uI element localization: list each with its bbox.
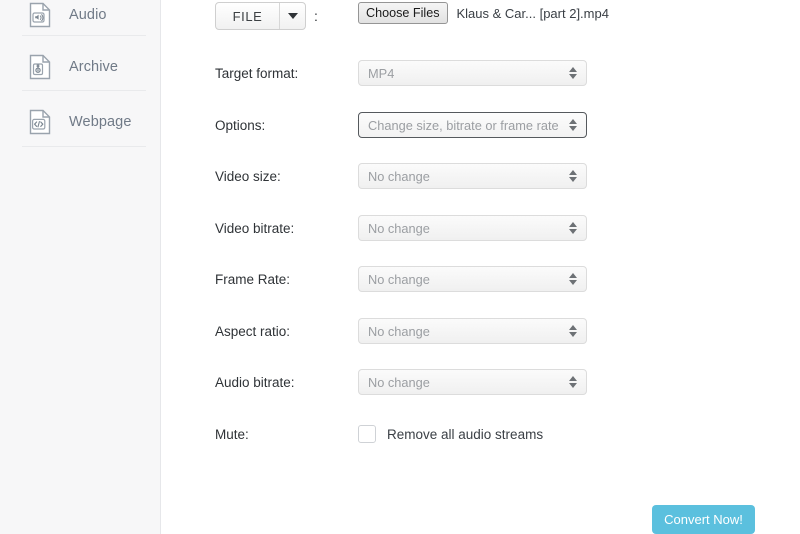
mute-label: Mute: — [215, 427, 249, 442]
aspect-ratio-row: Aspect ratio: No change — [161, 316, 800, 346]
sidebar-item-label: Audio — [69, 7, 107, 23]
sidebar-item-webpage[interactable]: Webpage — [0, 94, 161, 149]
mute-control[interactable]: Remove all audio streams — [358, 425, 543, 443]
video-bitrate-label: Video bitrate: — [215, 221, 294, 236]
sidebar-item-label: Archive — [69, 59, 118, 75]
select-arrows-icon — [568, 169, 577, 183]
audio-bitrate-select[interactable]: No change — [358, 369, 587, 395]
video-bitrate-value: No change — [368, 221, 430, 236]
audio-file-icon — [0, 2, 51, 28]
options-select[interactable]: Change size, bitrate or frame rate — [358, 112, 587, 138]
file-type-dropdown-group: FILE : — [215, 2, 318, 30]
choose-files-button[interactable]: Choose Files — [358, 2, 448, 24]
select-arrows-icon — [568, 324, 577, 338]
aspect-ratio-label: Aspect ratio: — [215, 324, 290, 339]
file-select-row: FILE : Choose Files Klaus & Car... [part… — [161, 2, 800, 32]
target-format-row: Target format: MP4 — [161, 58, 800, 88]
select-arrows-icon — [568, 221, 577, 235]
file-upload-input[interactable]: Choose Files Klaus & Car... [part 2].mp4 — [358, 2, 609, 24]
target-format-select[interactable]: MP4 — [358, 60, 587, 86]
select-arrows-icon — [568, 272, 577, 286]
target-format-label: Target format: — [215, 66, 298, 81]
options-label: Options: — [215, 118, 265, 133]
select-arrows-icon — [568, 375, 577, 389]
convert-now-button[interactable]: Convert Now! — [652, 505, 755, 534]
sidebar: Audio Archive Webpage — [0, 0, 161, 534]
frame-rate-label: Frame Rate: — [215, 272, 290, 287]
sidebar-item-archive[interactable]: Archive — [0, 39, 161, 94]
options-row: Options: Change size, bitrate or frame ra… — [161, 110, 800, 140]
audio-bitrate-value: No change — [368, 375, 430, 390]
archive-file-icon — [0, 54, 51, 80]
video-bitrate-row: Video bitrate: No change — [161, 213, 800, 243]
audio-bitrate-row: Audio bitrate: No change — [161, 367, 800, 397]
webpage-file-icon — [0, 109, 51, 135]
remove-audio-checkbox[interactable] — [358, 425, 376, 443]
conversion-form: FILE : Choose Files Klaus & Car... [part… — [161, 0, 800, 534]
video-size-value: No change — [368, 169, 430, 184]
sidebar-item-audio[interactable]: Audio — [0, 0, 161, 42]
chevron-down-icon[interactable] — [279, 3, 305, 29]
audio-bitrate-label: Audio bitrate: — [215, 375, 295, 390]
file-row-colon: : — [314, 8, 318, 24]
select-arrows-icon — [568, 118, 577, 132]
file-type-label: FILE — [216, 3, 279, 29]
video-size-row: Video size: No change — [161, 161, 800, 191]
aspect-ratio-select[interactable]: No change — [358, 318, 587, 344]
file-type-dropdown[interactable]: FILE — [215, 2, 306, 30]
sidebar-item-label: Webpage — [69, 114, 132, 130]
frame-rate-value: No change — [368, 272, 430, 287]
remove-audio-label: Remove all audio streams — [387, 427, 543, 442]
selected-file-name: Klaus & Car... [part 2].mp4 — [457, 6, 609, 21]
mute-row: Mute: Remove all audio streams — [161, 419, 800, 449]
select-arrows-icon — [568, 66, 577, 80]
video-size-select[interactable]: No change — [358, 163, 587, 189]
video-bitrate-select[interactable]: No change — [358, 215, 587, 241]
video-size-label: Video size: — [215, 169, 281, 184]
target-format-value: MP4 — [368, 66, 394, 81]
frame-rate-select[interactable]: No change — [358, 266, 587, 292]
frame-rate-row: Frame Rate: No change — [161, 264, 800, 294]
options-value: Change size, bitrate or frame rate — [368, 118, 559, 133]
aspect-ratio-value: No change — [368, 324, 430, 339]
